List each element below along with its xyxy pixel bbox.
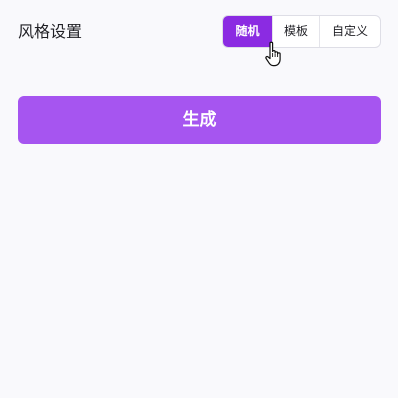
style-mode-selector: 随机 模板 自定义: [222, 15, 381, 48]
hand-pointer-icon: [265, 41, 281, 67]
style-option-custom[interactable]: 自定义: [319, 16, 380, 47]
style-settings-row: 风格设置 随机 模板 自定义: [18, 15, 381, 48]
generate-button[interactable]: 生成: [18, 96, 381, 144]
style-settings-title: 风格设置: [18, 22, 83, 41]
